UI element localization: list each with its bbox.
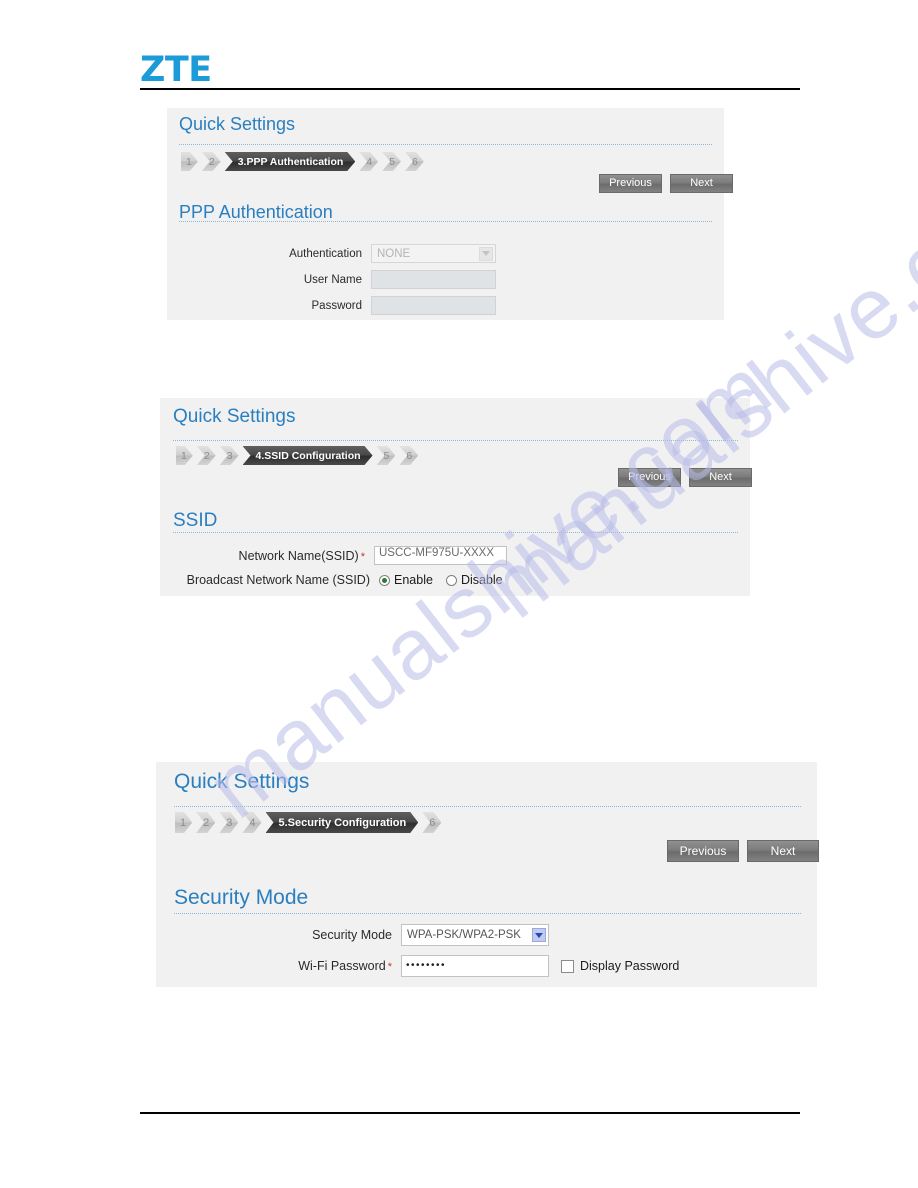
form-row-network-name: Network Name(SSID) * USCC-MF975U-XXXX — [173, 546, 507, 565]
previous-button[interactable]: Previous — [618, 468, 681, 487]
header-divider — [140, 88, 800, 90]
next-button[interactable]: Next — [670, 174, 733, 193]
wizard-step-1[interactable]: 1 — [175, 812, 192, 833]
previous-button[interactable]: Previous — [599, 174, 662, 193]
wizard-steps: 1 2 3.PPP Authentication 4 5 6 — [181, 152, 428, 171]
form-row-username: User Name — [179, 270, 496, 289]
panel-title: Quick Settings — [174, 770, 310, 793]
wizard-nav-buttons: Previous Next — [618, 468, 760, 487]
wizard-step-4-active[interactable]: 4.SSID Configuration — [243, 446, 373, 465]
radio-enable-label: Enable — [394, 573, 433, 587]
wizard-step-5-active[interactable]: 5.Security Configuration — [266, 812, 419, 833]
page-header: ZTE — [140, 52, 800, 96]
broadcast-ssid-label: Broadcast Network Name (SSID) — [186, 573, 370, 587]
panel-divider-top — [174, 806, 801, 807]
next-button[interactable]: Next — [689, 468, 752, 487]
quick-settings-panel-ppp-authentication: Quick Settings 1 2 3.PPP Authentication … — [167, 108, 733, 320]
wizard-step-4[interactable]: 4 — [359, 152, 378, 171]
panel-title: Quick Settings — [179, 114, 296, 134]
section-divider — [173, 532, 738, 533]
wizard-step-3-active[interactable]: 3.PPP Authentication — [225, 152, 356, 171]
form-row-password: Password — [179, 296, 496, 315]
required-indicator: * — [360, 550, 365, 563]
wizard-step-2[interactable]: 2 — [197, 446, 216, 465]
password-label: Password — [311, 299, 363, 312]
form-row-security-mode: Security Mode WPA-PSK/WPA2-PSK — [174, 924, 549, 946]
wizard-step-6[interactable]: 6 — [422, 812, 441, 833]
wizard-step-1[interactable]: 1 — [176, 446, 193, 465]
username-input[interactable] — [371, 270, 496, 289]
wizard-step-2[interactable]: 2 — [202, 152, 221, 171]
next-button[interactable]: Next — [747, 840, 819, 862]
radio-enable-indicator — [379, 574, 390, 586]
wizard-step-1[interactable]: 1 — [181, 152, 198, 171]
network-name-label: Network Name(SSID) — [238, 548, 359, 563]
wizard-nav-buttons: Previous Next — [667, 840, 827, 862]
quick-settings-panel-security-configuration: Quick Settings 1 2 3 4 5.Security Config… — [156, 762, 819, 987]
wizard-step-6[interactable]: 6 — [399, 446, 418, 465]
display-password-label: Display Password — [580, 959, 680, 973]
chevron-down-icon — [479, 246, 493, 261]
form-row-wifi-password: Wi-Fi Password * •••••••• Display Passwor… — [174, 955, 679, 977]
password-input[interactable] — [371, 296, 496, 315]
section-title: Security Mode — [174, 886, 309, 909]
wizard-step-5[interactable]: 5 — [377, 446, 396, 465]
authentication-select-value: NONE — [377, 247, 411, 260]
wizard-nav-buttons: Previous Next — [599, 174, 741, 193]
panel-divider-top — [173, 440, 738, 441]
radio-disable-indicator — [445, 574, 457, 586]
security-mode-select[interactable]: WPA-PSK/WPA2-PSK — [401, 924, 549, 946]
section-title: SSID — [173, 510, 218, 531]
previous-button[interactable]: Previous — [667, 840, 739, 862]
quick-settings-panel-ssid-configuration: Quick Settings 1 2 3 4.SSID Configuratio… — [160, 398, 752, 596]
username-label: User Name — [303, 273, 362, 286]
form-row-broadcast-ssid: Broadcast Network Name (SSID) Enable Dis… — [173, 573, 516, 587]
radio-disable-label: Disable — [460, 573, 503, 587]
wizard-step-5[interactable]: 5 — [382, 152, 401, 171]
wizard-step-4[interactable]: 4 — [242, 812, 261, 833]
section-title: PPP Authentication — [179, 202, 333, 222]
wifi-password-label: Wi-Fi Password — [298, 959, 386, 973]
broadcast-ssid-radio-group: Enable Disable — [379, 573, 516, 587]
required-indicator: * — [387, 961, 392, 973]
radio-enable[interactable]: Enable — [379, 573, 433, 587]
authentication-select[interactable]: NONE — [371, 244, 496, 263]
security-mode-select-value: WPA-PSK/WPA2-PSK — [407, 929, 521, 941]
wizard-step-3[interactable]: 3 — [220, 446, 239, 465]
section-divider — [174, 913, 801, 914]
network-name-input[interactable]: USCC-MF975U-XXXX — [374, 546, 507, 565]
security-mode-label: Security Mode — [312, 928, 392, 942]
chevron-down-icon — [532, 928, 546, 942]
form-row-authentication: Authentication NONE — [179, 244, 496, 263]
display-password-checkbox[interactable]: Display Password — [561, 959, 679, 973]
wizard-step-3[interactable]: 3 — [219, 812, 238, 833]
footer-divider — [140, 1112, 800, 1114]
wizard-steps: 1 2 3 4 5.Security Configuration 6 — [175, 812, 445, 833]
checkbox-indicator — [561, 959, 574, 973]
panel-title: Quick Settings — [173, 406, 296, 427]
section-divider — [179, 221, 712, 222]
panel-divider-top — [179, 144, 712, 145]
wizard-step-2[interactable]: 2 — [196, 812, 215, 833]
wifi-password-input[interactable]: •••••••• — [401, 955, 549, 977]
authentication-label: Authentication — [289, 247, 362, 260]
zte-logo: ZTE — [140, 50, 212, 90]
radio-disable[interactable]: Disable — [445, 573, 503, 587]
wizard-step-6[interactable]: 6 — [405, 152, 424, 171]
wizard-steps: 1 2 3 4.SSID Configuration 5 6 — [176, 446, 422, 465]
